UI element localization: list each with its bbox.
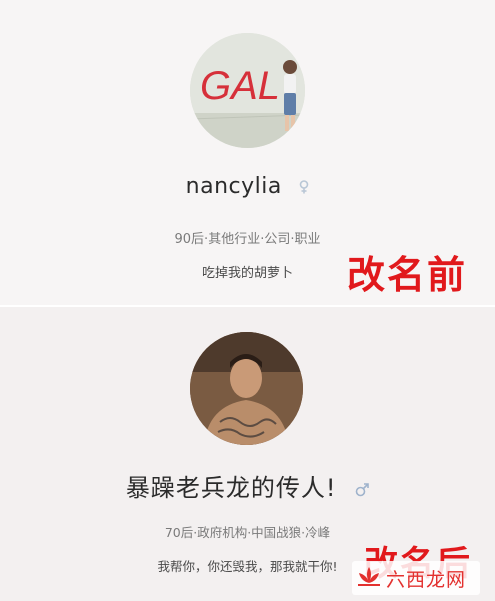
profile-name: 暴躁老兵龙的传人!: [0, 468, 495, 503]
female-icon: [299, 175, 309, 200]
watermark-text: 六西龙网: [386, 568, 467, 591]
profile-name: nancylia: [0, 174, 495, 200]
caption-before: 改名前: [347, 253, 468, 297]
avatar[interactable]: [190, 332, 303, 445]
avatar-graffiti: GAL: [200, 64, 280, 108]
avatar-photo: GAL: [190, 33, 305, 148]
watermark: 六西龙网: [352, 561, 480, 595]
lotus-logo-icon: [356, 565, 382, 591]
male-icon: [355, 475, 369, 503]
profile-name-text: nancylia: [185, 174, 282, 199]
profile-card-before: GAL nancylia 90后·其他行业·公司·职业 吃掉我的胡萝卜 改名前: [0, 0, 495, 305]
profile-name-text: 暴躁老兵龙的传人!: [125, 474, 337, 502]
avatar-photo: [190, 332, 303, 445]
avatar[interactable]: GAL: [190, 33, 305, 148]
